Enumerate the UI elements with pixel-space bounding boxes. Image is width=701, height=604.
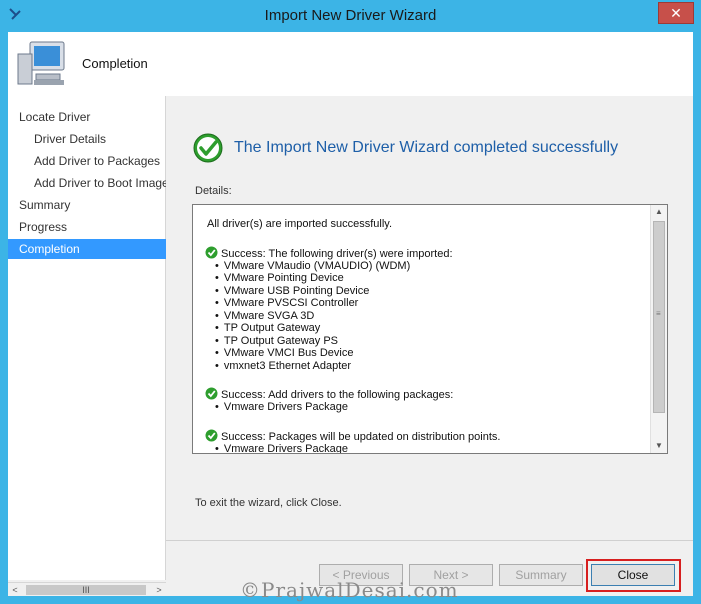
success-check-icon bbox=[205, 429, 218, 442]
scroll-right-arrow-icon[interactable]: > bbox=[152, 584, 166, 596]
scroll-thumb[interactable]: ≡ bbox=[653, 221, 665, 413]
list-item: TP Output Gateway bbox=[215, 322, 320, 334]
list-item: Vmware Drivers Package bbox=[215, 401, 348, 413]
details-section-title: Success: Packages will be updated on dis… bbox=[205, 429, 500, 443]
window-title: Import New Driver Wizard bbox=[264, 7, 437, 24]
sidebar-horizontal-scrollbar[interactable]: < III > bbox=[8, 582, 166, 596]
scroll-thumb[interactable]: III bbox=[26, 585, 146, 595]
details-section-title: Success: Add drivers to the following pa… bbox=[205, 387, 453, 401]
wizard-client: Completion Locate Driver Driver Details … bbox=[8, 32, 693, 596]
sidebar-item-driver-details[interactable]: Driver Details bbox=[8, 129, 166, 149]
list-item: VMware VMaudio (VMAUDIO) (WDM) bbox=[215, 260, 410, 272]
section-title-text: Success: Add drivers to the following pa… bbox=[221, 389, 454, 401]
details-vertical-scrollbar[interactable]: ▲ ≡ ▼ bbox=[650, 205, 667, 453]
details-content: All driver(s) are imported successfully.… bbox=[193, 205, 649, 453]
title-bar[interactable]: Import New Driver Wizard ✕ bbox=[0, 0, 701, 32]
sidebar-item-summary[interactable]: Summary bbox=[8, 195, 166, 215]
list-item: VMware SVGA 3D bbox=[215, 310, 314, 322]
window-close-button[interactable]: ✕ bbox=[658, 2, 694, 24]
list-item: VMware Pointing Device bbox=[215, 272, 344, 284]
grip-icon: ≡ bbox=[656, 309, 661, 318]
success-check-icon bbox=[193, 133, 223, 163]
completion-heading: The Import New Driver Wizard completed s… bbox=[234, 139, 619, 156]
list-item: vmxnet3 Ethernet Adapter bbox=[215, 360, 351, 372]
wizard-window: Import New Driver Wizard ✕ Completion Lo… bbox=[0, 0, 701, 604]
wizard-header: Completion bbox=[8, 32, 693, 96]
page-title: Completion bbox=[82, 56, 148, 71]
section-title-text: Success: Packages will be updated on dis… bbox=[221, 431, 501, 443]
list-item: VMware VMCI Bus Device bbox=[215, 347, 354, 359]
summary-button[interactable]: Summary bbox=[499, 564, 583, 586]
scroll-left-arrow-icon[interactable]: < bbox=[8, 584, 22, 596]
details-intro: All driver(s) are imported successfully. bbox=[207, 218, 393, 230]
close-button-highlight bbox=[586, 559, 681, 592]
scroll-up-arrow-icon[interactable]: ▲ bbox=[651, 205, 667, 219]
sidebar-item-add-driver-to-packages[interactable]: Add Driver to Packages bbox=[8, 151, 166, 171]
list-item: VMware USB Pointing Device bbox=[215, 285, 370, 297]
list-item: TP Output Gateway PS bbox=[215, 335, 338, 347]
success-check-icon bbox=[205, 387, 218, 400]
sidebar-item-completion[interactable]: Completion bbox=[8, 239, 166, 259]
section-title-text: Success: The following driver(s) were im… bbox=[221, 248, 453, 260]
scroll-down-arrow-icon[interactable]: ▼ bbox=[651, 439, 667, 453]
main-panel: The Import New Driver Wizard completed s… bbox=[168, 96, 693, 580]
details-section-title: Success: The following driver(s) were im… bbox=[205, 246, 453, 260]
sidebar-item-progress[interactable]: Progress bbox=[8, 217, 166, 237]
watermark: ©PrajwalDesai.com bbox=[240, 578, 459, 602]
details-label: Details: bbox=[195, 185, 232, 197]
wizard-steps-sidebar: Locate Driver Driver Details Add Driver … bbox=[8, 96, 166, 580]
computer-icon bbox=[17, 41, 65, 85]
list-item: VMware PVSCSI Controller bbox=[215, 297, 359, 309]
list-item: Vmware Drivers Package bbox=[215, 443, 348, 453]
success-check-icon bbox=[205, 246, 218, 259]
exit-instructions: To exit the wizard, click Close. bbox=[195, 497, 342, 509]
details-textbox[interactable]: All driver(s) are imported successfully.… bbox=[192, 204, 668, 454]
sidebar-item-locate-driver[interactable]: Locate Driver bbox=[8, 107, 166, 127]
sidebar-item-add-driver-to-boot-images[interactable]: Add Driver to Boot Images bbox=[8, 173, 166, 193]
